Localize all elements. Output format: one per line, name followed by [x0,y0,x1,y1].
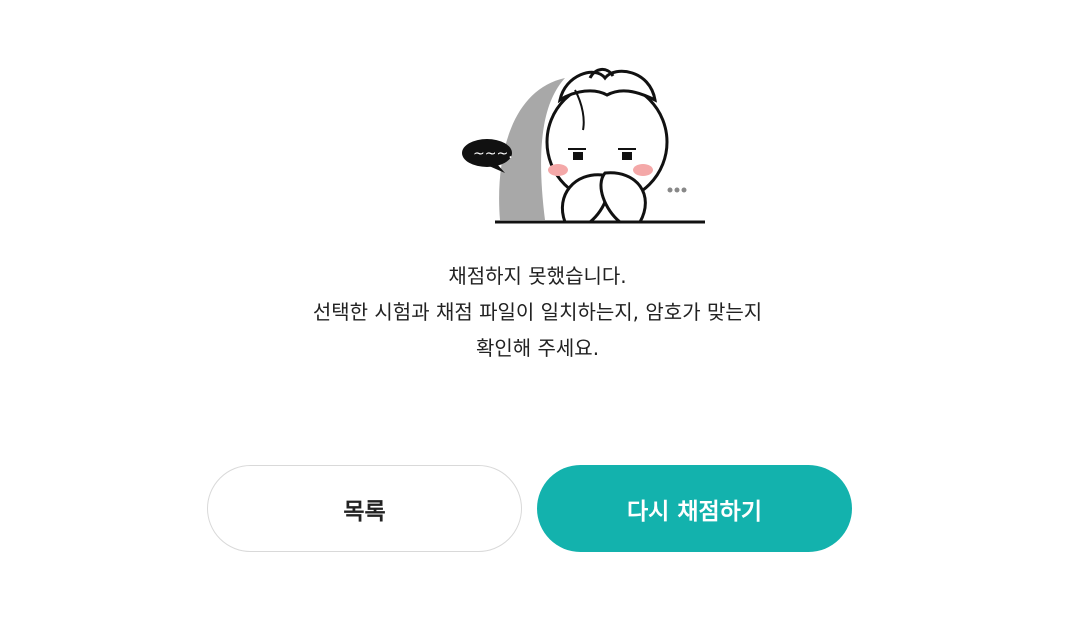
error-detail-line: 확인해 주세요. [475,336,600,360]
retry-grading-button[interactable]: 다시 채점하기 [537,465,852,552]
error-page: ~~~. 채점하지 못했습니다. 선택한 시험과 채점 파일이 일치하는지, 암… [0,0,1075,622]
sad-character-illustration: ~~~. [455,60,715,245]
error-title: 채점하지 못했습니다. [448,264,627,288]
error-message: 채점하지 못했습니다. 선택한 시험과 채점 파일이 일치하는지, 암호가 맞는… [0,258,1075,366]
error-detail-line: 선택한 시험과 채점 파일이 일치하는지, 암호가 맞는지 [312,300,763,324]
speech-bubble-text: ~~~. [473,146,513,162]
list-button[interactable]: 목록 [207,465,522,552]
list-button-label: 목록 [343,498,386,525]
retry-grading-button-label: 다시 채점하기 [627,498,762,525]
